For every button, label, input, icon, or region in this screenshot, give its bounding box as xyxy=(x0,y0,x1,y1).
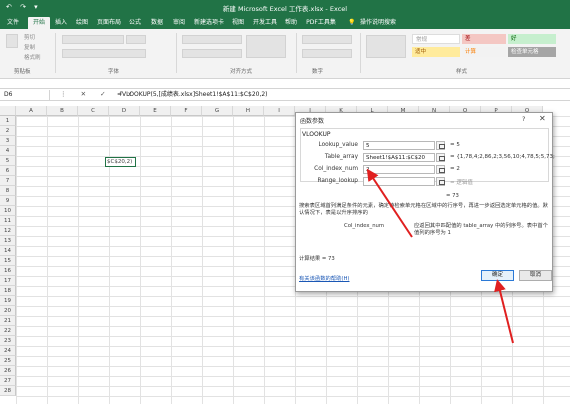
annotation-arrows xyxy=(366,168,514,344)
arrow-to-ok-button xyxy=(494,279,514,344)
arrow-to-col-index xyxy=(366,168,413,238)
